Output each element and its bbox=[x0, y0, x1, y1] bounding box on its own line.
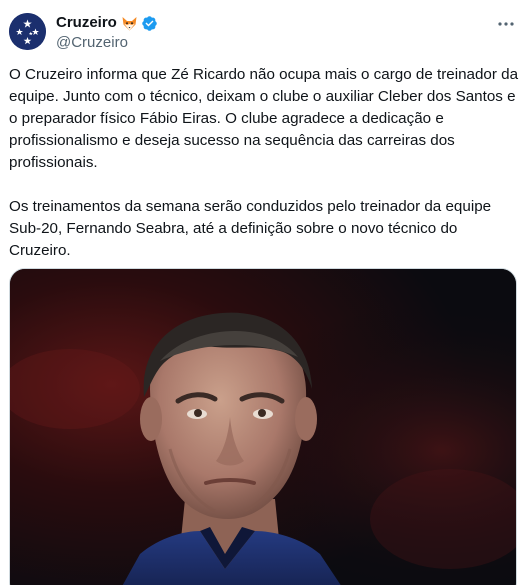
verified-badge-icon[interactable] bbox=[141, 15, 158, 32]
tweet-header: Cruzeiro @Cruzeiro bbox=[56, 13, 158, 53]
tweet-photo[interactable] bbox=[9, 268, 517, 585]
tweet-paragraph-2: Os treinamentos da semana serão conduzid… bbox=[9, 198, 492, 259]
author-display-name[interactable]: Cruzeiro bbox=[56, 13, 117, 33]
tweet-card: Cruzeiro @Cruzeiro O Cruzeiro informa qu… bbox=[0, 0, 528, 585]
coach-portrait-photo bbox=[10, 269, 516, 585]
fox-emoji-icon bbox=[121, 15, 138, 32]
tweet-text: O Cruzeiro informa que Zé Ricardo não oc… bbox=[9, 64, 521, 262]
cruzeiro-crest-icon bbox=[9, 13, 46, 50]
tweet-paragraph-1: O Cruzeiro informa que Zé Ricardo não oc… bbox=[9, 66, 519, 171]
name-row: Cruzeiro bbox=[56, 13, 158, 33]
more-dots-icon bbox=[498, 22, 514, 26]
more-options-button[interactable] bbox=[496, 14, 516, 34]
avatar[interactable] bbox=[9, 13, 46, 50]
author-handle[interactable]: @Cruzeiro bbox=[56, 33, 158, 53]
